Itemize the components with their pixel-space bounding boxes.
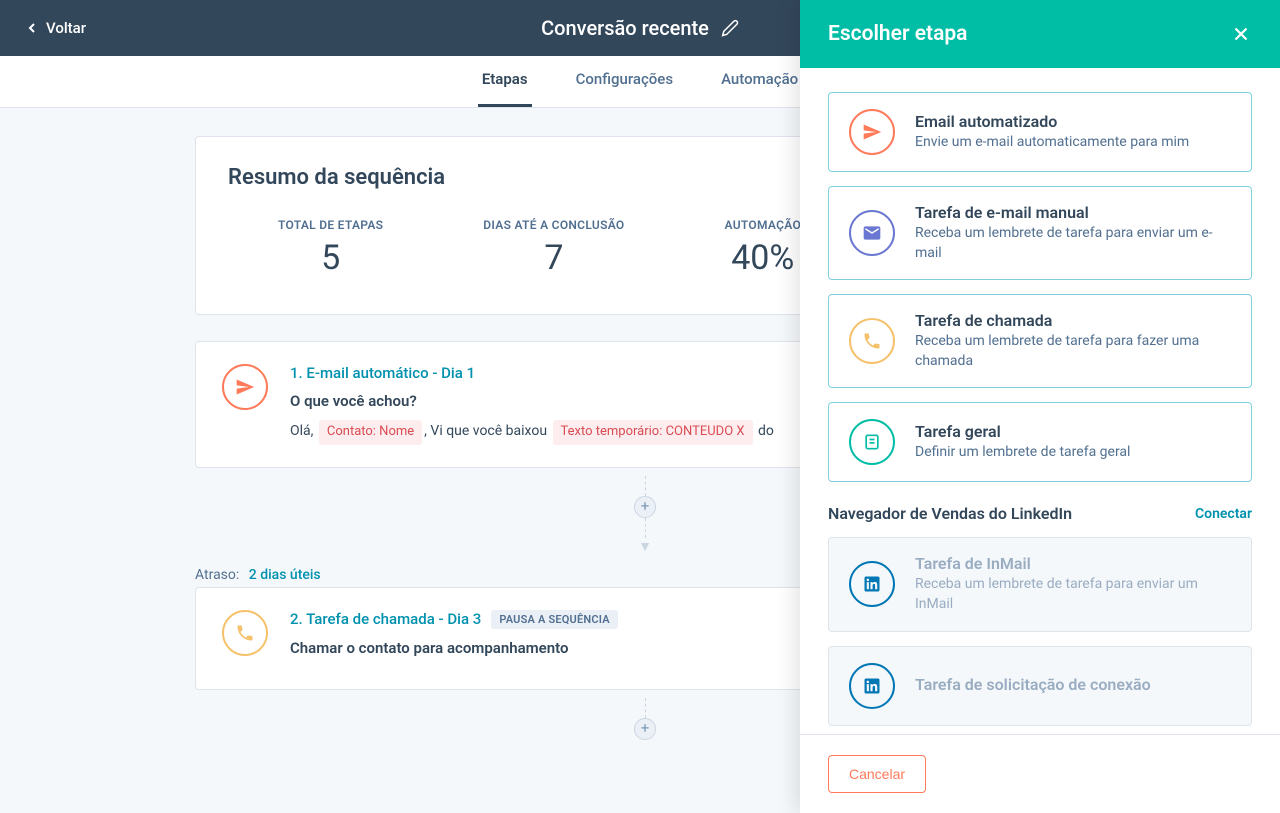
option-text: Tarefa de chamada Receba um lembrete de … <box>915 311 1231 371</box>
option-text: Email automatizado Envie um e-mail autom… <box>915 112 1231 153</box>
stat-value: 40% <box>724 238 801 278</box>
option-call-task[interactable]: Tarefa de chamada Receba um lembrete de … <box>828 294 1252 388</box>
back-label: Voltar <box>46 19 86 37</box>
stat-automation: AUTOMAÇÃO 40% <box>724 218 801 278</box>
delay-label: Atraso: <box>195 567 239 583</box>
task-icon <box>849 419 895 465</box>
option-text: Tarefa de InMail Receba um lembrete de t… <box>915 554 1231 614</box>
linkedin-icon <box>849 663 895 709</box>
tab-etapas[interactable]: Etapas <box>478 56 532 107</box>
option-desc: Receba um lembrete de tarefa para enviar… <box>915 575 1231 614</box>
option-text: Tarefa geral Definir um lembrete de tare… <box>915 422 1231 463</box>
page-title: Conversão recente <box>541 16 709 40</box>
panel-body: Email automatizado Envie um e-mail autom… <box>800 68 1280 734</box>
side-panel: Escolher etapa Email automatizado Envie … <box>800 0 1280 813</box>
tab-configuracoes[interactable]: Configurações <box>572 56 677 107</box>
linkedin-icon <box>849 561 895 607</box>
arrow-down-icon: ▼ <box>638 538 652 555</box>
option-title: Tarefa de chamada <box>915 311 1231 330</box>
panel-footer: Cancelar <box>800 734 1280 813</box>
stat-label: DIAS ATÉ A CONCLUSÃO <box>483 218 624 232</box>
option-desc: Receba um lembrete de tarefa para enviar… <box>915 224 1231 263</box>
tab-automacao[interactable]: Automação <box>717 56 802 107</box>
panel-title: Escolher etapa <box>828 22 967 46</box>
stat-total-steps: TOTAL DE ETAPAS 5 <box>278 218 383 278</box>
option-text: Tarefa de e-mail manual Receba um lembre… <box>915 203 1231 263</box>
option-title: Tarefa de solicitação de conexão <box>915 675 1231 694</box>
option-desc: Receba um lembrete de tarefa para fazer … <box>915 332 1231 371</box>
option-title: Email automatizado <box>915 112 1231 131</box>
option-inmail-task: Tarefa de InMail Receba um lembrete de t… <box>828 537 1252 631</box>
cancel-button[interactable]: Cancelar <box>828 755 926 793</box>
text: do <box>755 423 774 439</box>
chevron-left-icon <box>24 20 40 36</box>
send-icon <box>849 109 895 155</box>
section-title: Navegador de Vendas do LinkedIn <box>828 504 1072 523</box>
option-desc: Definir um lembrete de tarefa geral <box>915 443 1231 463</box>
stat-days: DIAS ATÉ A CONCLUSÃO 7 <box>483 218 624 278</box>
phone-icon <box>222 610 268 656</box>
linkedin-section-header: Navegador de Vendas do LinkedIn Conectar <box>828 504 1252 523</box>
option-title: Tarefa de InMail <box>915 554 1231 573</box>
option-text: Tarefa de solicitação de conexão <box>915 675 1231 696</box>
option-desc: Envie um e-mail automaticamente para mim <box>915 133 1231 153</box>
panel-header: Escolher etapa <box>800 0 1280 68</box>
content-token: Texto temporário: CONTEUDO X <box>553 420 753 445</box>
stat-label: AUTOMAÇÃO <box>724 218 801 232</box>
stat-value: 5 <box>278 238 383 278</box>
option-general-task[interactable]: Tarefa geral Definir um lembrete de tare… <box>828 402 1252 482</box>
back-button[interactable]: Voltar <box>24 19 86 37</box>
text: , Vi que você baixou <box>424 423 550 439</box>
send-icon <box>222 364 268 410</box>
option-manual-email[interactable]: Tarefa de e-mail manual Receba um lembre… <box>828 186 1252 280</box>
option-title: Tarefa de e-mail manual <box>915 203 1231 222</box>
pencil-icon[interactable] <box>721 19 739 37</box>
delay-value[interactable]: 2 dias úteis <box>249 567 321 583</box>
add-step-button[interactable]: + <box>634 496 656 518</box>
page-title-wrap: Conversão recente <box>541 16 739 40</box>
step-title-text: 2. Tarefa de chamada - Dia 3 <box>290 610 481 628</box>
connector-line <box>645 476 646 496</box>
phone-icon <box>849 318 895 364</box>
add-step-button[interactable]: + <box>634 718 656 740</box>
connector-line <box>645 698 646 718</box>
stat-label: TOTAL DE ETAPAS <box>278 218 383 232</box>
option-title: Tarefa geral <box>915 422 1231 441</box>
option-connection-request: Tarefa de solicitação de conexão <box>828 646 1252 726</box>
contact-name-token: Contato: Nome <box>319 420 422 445</box>
pause-badge: PAUSA A SEQUÊNCIA <box>491 610 617 629</box>
option-automated-email[interactable]: Email automatizado Envie um e-mail autom… <box>828 92 1252 172</box>
close-icon[interactable] <box>1230 23 1252 45</box>
connect-link[interactable]: Conectar <box>1195 506 1252 522</box>
connector-line <box>645 518 646 538</box>
text: Olá, <box>290 423 317 439</box>
stat-value: 7 <box>483 238 624 278</box>
envelope-icon <box>849 210 895 256</box>
